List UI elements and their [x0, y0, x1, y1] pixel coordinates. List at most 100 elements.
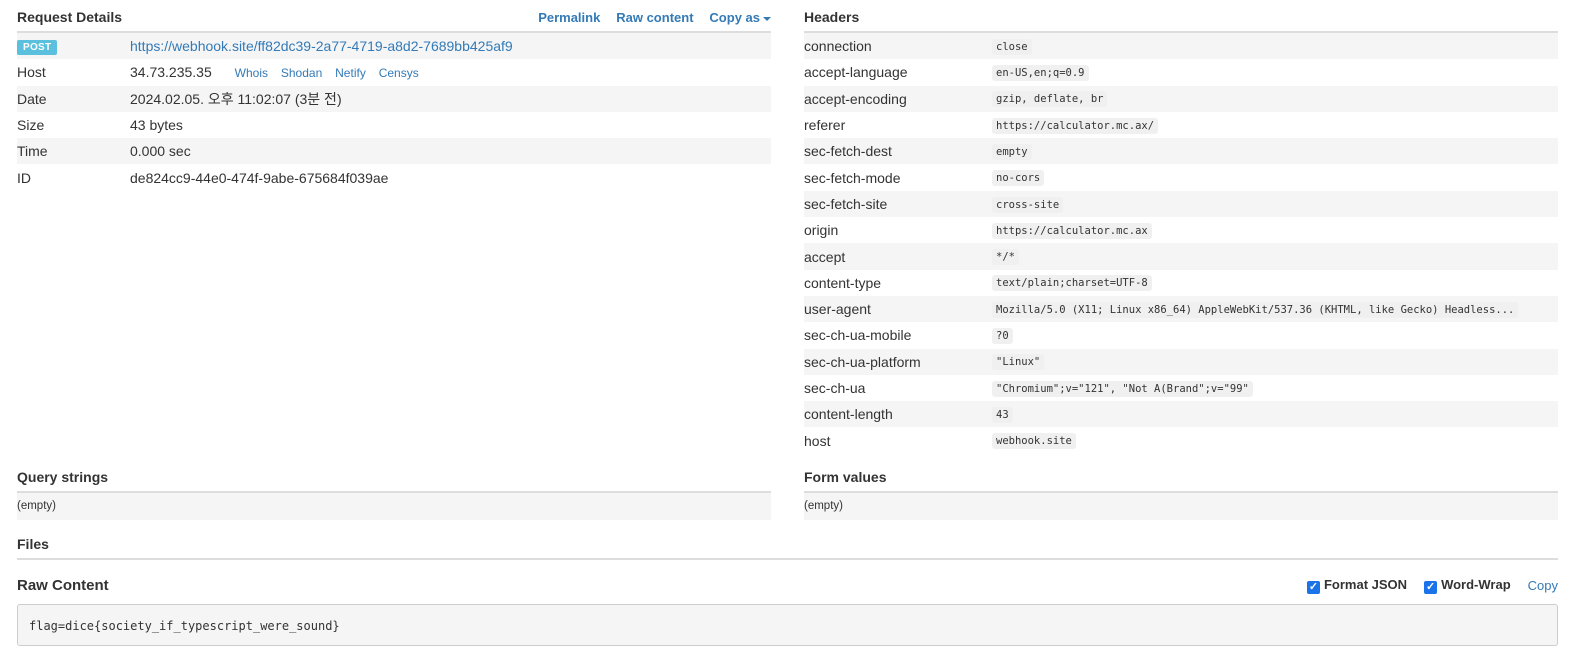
request-details-panel: Request Details Permalink Raw content Co… — [17, 0, 771, 520]
request-details-actions: Permalink Raw content Copy as — [526, 9, 771, 25]
table-row: POST https://webhook.site/ff82dc39-2a77-… — [17, 33, 771, 60]
query-strings-section: Query strings (empty) — [17, 460, 771, 520]
headers-header: Headers — [804, 0, 1558, 33]
request-details-table: POST https://webhook.site/ff82dc39-2a77-… — [17, 33, 771, 191]
query-strings-empty: (empty) — [17, 493, 771, 520]
header-key: sec-ch-ua-mobile — [804, 327, 912, 344]
format-json-toggle[interactable]: ✓ Format JSON — [1306, 576, 1408, 594]
header-key: sec-fetch-site — [804, 190, 992, 218]
header-value: ?0 — [992, 328, 1013, 345]
header-value: 43 — [992, 406, 1013, 423]
header-row: sec-ch-ua "Chromium";v="121", "Not A(Bran… — [804, 375, 1558, 401]
headers-table: connection close accept-language en-US,en;q… — [804, 33, 1558, 454]
header-value: webhook.site — [992, 433, 1076, 450]
header-row: referer https://calculator.mc.ax/ — [804, 112, 1558, 138]
header-row: content-length 43 — [804, 401, 1558, 428]
header-key: user-agent — [804, 295, 992, 323]
time-value: 0.000 sec — [130, 138, 771, 165]
host-label: Host — [17, 64, 46, 81]
header-row: host webhook.site — [804, 427, 1558, 453]
header-key: content-length — [804, 401, 992, 428]
header-key: content-type — [804, 274, 882, 291]
shodan-link[interactable]: Shodan — [281, 66, 322, 80]
id-value: de824cc9-44e0-474f-9abe-675684f039ae — [130, 169, 389, 186]
header-row: sec-fetch-site cross-site — [804, 190, 1558, 218]
header-key: host — [804, 432, 831, 449]
checkbox-checked-icon[interactable]: ✓ — [1306, 580, 1320, 594]
header-row: sec-fetch-mode no-cors — [804, 164, 1558, 190]
query-strings-title: Query strings — [17, 469, 109, 485]
checkbox-checked-icon[interactable]: ✓ — [1424, 580, 1438, 594]
request-details-header: Request Details Permalink Raw content Co… — [17, 0, 771, 33]
files-title: Files — [17, 536, 49, 552]
header-value: en-US,en;q=0.9 — [992, 65, 1089, 82]
header-key: sec-fetch-mode — [804, 169, 901, 186]
table-row: Size 43 bytes — [17, 112, 771, 138]
netify-link[interactable]: Netify — [335, 66, 366, 80]
header-value: */* — [992, 249, 1019, 266]
header-key: referer — [804, 117, 846, 134]
header-value: text/plain;charset=UTF-8 — [992, 275, 1152, 292]
header-value: "Chromium";v="121", "Not A(Brand";v="99" — [992, 380, 1253, 397]
size-label: Size — [17, 117, 45, 134]
size-value: 43 bytes — [130, 117, 183, 134]
table-row: Date 2024.02.05. 오후 11:02:07 (3분 전) — [17, 85, 771, 112]
caret-down-icon — [763, 16, 771, 21]
whois-link[interactable]: Whois — [235, 66, 268, 80]
time-label: Time — [17, 138, 130, 165]
header-row: content-type text/plain;charset=UTF-8 — [804, 270, 1558, 296]
word-wrap-label: Word-Wrap — [1441, 576, 1511, 592]
date-value: 2024.02.05. 오후 11:02:07 (3분 전) — [130, 85, 771, 112]
header-value: close — [992, 38, 1032, 55]
header-row: sec-fetch-dest empty — [804, 138, 1558, 165]
copy-raw-button[interactable]: Copy — [1528, 578, 1558, 593]
request-details-title: Request Details — [17, 9, 123, 25]
id-label: ID — [17, 169, 31, 186]
raw-content-body: flag=dice{society_if_typescript_were_sou… — [17, 604, 1558, 646]
header-row: accept-encoding gzip, deflate, br — [804, 85, 1558, 112]
header-value: Mozilla/5.0 (X11; Linux x86_64) AppleWeb… — [992, 301, 1519, 318]
request-url-link[interactable]: https://webhook.site/ff82dc39-2a77-4719-… — [130, 38, 513, 54]
censys-link[interactable]: Censys — [379, 66, 419, 80]
header-value: https://calculator.mc.ax — [992, 222, 1152, 239]
word-wrap-toggle[interactable]: ✓ Word-Wrap — [1424, 577, 1511, 594]
header-row: origin https://calculator.mc.ax — [804, 217, 1558, 243]
form-values-title: Form values — [804, 469, 887, 485]
copy-as-label: Copy as — [709, 10, 760, 25]
header-row: sec-ch-ua-mobile ?0 — [804, 322, 1558, 348]
header-row: accept */* — [804, 243, 1558, 270]
raw-content-section: Raw Content ✓ Format JSON ✓ Word-Wrap Copy… — [17, 570, 1558, 646]
permalink-link[interactable]: Permalink — [538, 10, 600, 25]
headers-panel: Headers connection close accept-language en… — [804, 0, 1558, 520]
files-header: Files — [17, 530, 1558, 560]
raw-content-title: Raw Content — [17, 576, 109, 594]
format-json-label: Format JSON — [1323, 576, 1408, 592]
table-row: ID de824cc9-44e0-474f-9abe-675684f039ae — [17, 164, 771, 190]
header-value: "Linux" — [992, 354, 1045, 371]
header-value: cross-site — [992, 196, 1064, 213]
copy-as-dropdown[interactable]: Copy as — [709, 10, 771, 25]
form-values-empty: (empty) — [804, 493, 1558, 520]
raw-content-header: Raw Content ✓ Format JSON ✓ Word-Wrap Copy — [17, 570, 1558, 600]
raw-content-link[interactable]: Raw content — [616, 10, 693, 25]
headers-title: Headers — [804, 9, 860, 25]
host-value: 34.73.235.35 — [130, 64, 212, 81]
raw-content-options: ✓ Format JSON ✓ Word-Wrap Copy — [1290, 577, 1558, 594]
header-key: connection — [804, 33, 992, 60]
header-row: sec-ch-ua-platform "Linux" — [804, 348, 1558, 375]
header-row: connection close — [804, 33, 1558, 60]
form-values-section: Form values (empty) — [804, 460, 1558, 520]
header-key: accept — [804, 243, 992, 270]
method-badge: POST — [17, 40, 58, 56]
header-value: https://calculator.mc.ax/ — [992, 117, 1159, 134]
header-key: accept-language — [804, 64, 908, 81]
date-label: Date — [17, 85, 130, 112]
table-row: Time 0.000 sec — [17, 138, 771, 165]
header-key: sec-fetch-dest — [804, 138, 992, 165]
header-value: no-cors — [992, 170, 1045, 187]
query-strings-header: Query strings — [17, 460, 771, 493]
header-key: accept-encoding — [804, 85, 992, 112]
table-row: Host 34.73.235.35 Whois Shodan Netify Ce… — [17, 59, 771, 85]
header-row: user-agent Mozilla/5.0 (X11; Linux x86_64… — [804, 295, 1558, 323]
header-value: gzip, deflate, br — [992, 91, 1108, 108]
